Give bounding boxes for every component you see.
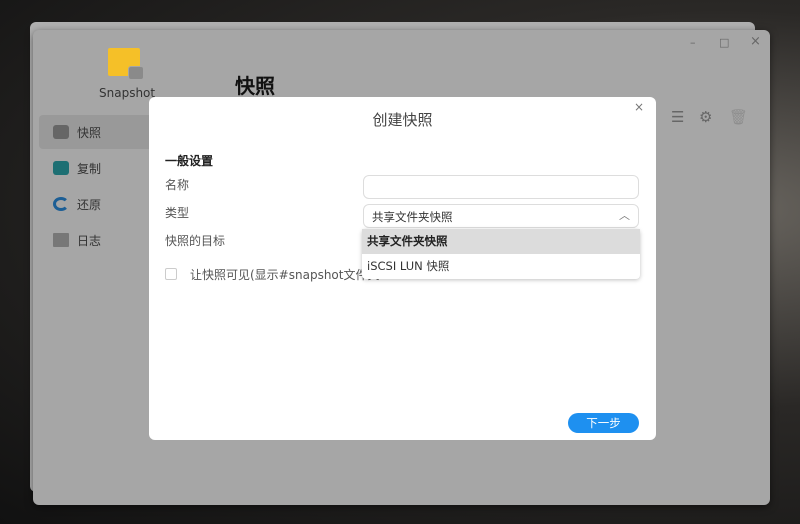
dialog-title: 创建快照 xyxy=(372,111,433,129)
sidebar-item-label: 还原 xyxy=(77,197,102,212)
log-icon xyxy=(53,233,69,247)
sidebar-item-snapshot[interactable]: 快照 xyxy=(39,115,154,149)
create-snapshot-dialog: 创建快照 × 一般设置 名称 类型 共享文件夹快照 ︿ 快照的目标 让快照可见(显… xyxy=(149,97,656,440)
section-title: 一般设置 xyxy=(165,154,214,168)
chevron-up-icon: ︿ xyxy=(619,209,630,222)
camera-icon xyxy=(128,66,144,80)
gear-icon[interactable]: ⚙ xyxy=(699,108,712,126)
maximize-button[interactable]: □ xyxy=(719,36,729,49)
page-title: 快照 xyxy=(235,74,275,98)
folder-icon xyxy=(108,48,144,80)
app-name: Snapshot xyxy=(99,86,156,100)
sidebar-item-log[interactable]: 日志 xyxy=(39,223,154,257)
type-select[interactable]: 共享文件夹快照 ︿ xyxy=(363,204,639,228)
visible-checkbox[interactable] xyxy=(165,268,177,280)
type-dropdown-menu: 共享文件夹快照 iSCSI LUN 快照 xyxy=(362,229,640,279)
sidebar-item-label: 复制 xyxy=(77,161,102,176)
type-option-shared-folder[interactable]: 共享文件夹快照 xyxy=(362,229,640,254)
camera-icon xyxy=(53,125,69,139)
target-label: 快照的目标 xyxy=(165,234,226,248)
type-label: 类型 xyxy=(165,206,190,220)
visible-checkbox-label: 让快照可见(显示#snapshot文件夹 xyxy=(190,268,380,282)
type-option-iscsi-lun[interactable]: iSCSI LUN 快照 xyxy=(362,254,640,279)
dialog-close-icon[interactable]: × xyxy=(634,100,644,114)
sidebar-item-replicate[interactable]: 复制 xyxy=(39,151,154,185)
list-icon[interactable]: ☰ xyxy=(671,108,684,126)
trash-icon[interactable]: 🗑 xyxy=(729,108,748,126)
name-input[interactable] xyxy=(363,175,639,199)
restore-icon xyxy=(53,197,69,211)
close-button[interactable]: × xyxy=(750,34,761,49)
sidebar-item-label: 快照 xyxy=(77,125,102,140)
minimize-button[interactable]: – xyxy=(690,36,696,49)
next-button[interactable]: 下一步 xyxy=(568,413,639,433)
type-select-value: 共享文件夹快照 xyxy=(372,210,453,224)
name-label: 名称 xyxy=(165,178,190,192)
replicate-icon xyxy=(53,161,69,175)
sidebar-item-label: 日志 xyxy=(77,233,102,248)
sidebar-item-restore[interactable]: 还原 xyxy=(39,187,154,221)
